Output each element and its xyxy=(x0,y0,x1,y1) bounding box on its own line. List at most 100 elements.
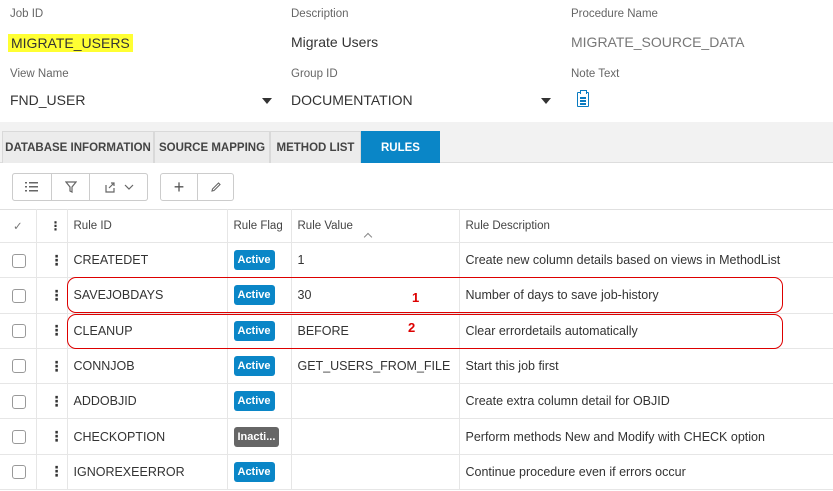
filter-icon[interactable] xyxy=(52,173,90,201)
status-badge: Active xyxy=(233,250,275,271)
select-all-checkmark-icon[interactable]: ✓ xyxy=(0,209,37,243)
tab-source-mapping[interactable]: SOURCE MAPPING xyxy=(154,131,270,163)
job-id-label: Job ID xyxy=(10,8,44,20)
export-icon[interactable] xyxy=(90,173,148,201)
table-row[interactable]: ⋮ ADDOBJID Active Create extra column detai… xyxy=(0,383,833,420)
list-settings-icon[interactable] xyxy=(12,173,52,201)
chevron-down-icon[interactable] xyxy=(124,184,134,190)
job-id-field: Job ID MIGRATE_USERS xyxy=(8,8,133,52)
row-menu-kebab-icon[interactable]: ⋮ xyxy=(50,464,64,478)
row-select-cell xyxy=(0,313,37,349)
row-actions-cell: ⋮ xyxy=(36,313,68,349)
rule-id-cell[interactable]: IGNOREXEERROR xyxy=(67,454,228,491)
row-select-cell xyxy=(0,418,37,455)
row-actions-cell: ⋮ xyxy=(36,454,68,491)
column-header-rule-id[interactable]: Rule ID xyxy=(67,209,228,243)
row-actions-cell: ⋮ xyxy=(36,277,68,314)
row-checkbox[interactable] xyxy=(12,253,26,268)
callout-number-2: 2 xyxy=(408,320,416,335)
note-icon[interactable] xyxy=(577,90,589,107)
group-id-value[interactable]: DOCUMENTATION xyxy=(291,92,413,108)
add-icon[interactable]: + xyxy=(160,173,198,201)
tab-database-information[interactable]: DATABASE INFORMATION xyxy=(2,131,154,163)
rule-value-cell[interactable] xyxy=(291,383,460,420)
rule-description-cell[interactable]: Perform methods New and Modify with CHEC… xyxy=(459,418,833,455)
row-checkbox[interactable] xyxy=(12,324,26,339)
status-badge: Inacti... xyxy=(233,426,280,447)
row-checkbox[interactable] xyxy=(12,359,26,374)
row-checkbox[interactable] xyxy=(12,465,26,480)
tab-method-list[interactable]: METHOD LIST xyxy=(270,131,361,163)
note-text-field: Note Text xyxy=(571,68,619,80)
rule-value-cell[interactable]: 1 xyxy=(291,242,460,279)
row-menu-kebab-icon[interactable]: ⋮ xyxy=(50,253,64,267)
rule-value-cell[interactable] xyxy=(291,418,460,455)
rule-flag-cell: Inacti... xyxy=(227,418,292,455)
tab-bar: DATABASE INFORMATION SOURCE MAPPING METH… xyxy=(0,129,833,163)
rule-id-cell[interactable]: CONNJOB xyxy=(67,348,228,385)
column-header-rule-flag[interactable]: Rule Flag xyxy=(227,209,292,243)
rule-description-cell[interactable]: Continue procedure even if errors occur xyxy=(459,454,833,491)
description-value[interactable]: Migrate Users xyxy=(291,34,378,50)
procedure-name-value: MIGRATE_SOURCE_DATA xyxy=(571,34,745,50)
row-menu-kebab-icon[interactable]: ⋮ xyxy=(50,429,64,443)
view-name-field[interactable]: View Name FND_USER xyxy=(10,68,272,108)
rules-panel: + ✓ ⋮ Rule ID Rule Flag Rule Value Rule … xyxy=(0,163,833,491)
rule-id-cell[interactable]: CREATEDET xyxy=(67,242,228,279)
procedure-name-label: Procedure Name xyxy=(571,8,658,20)
row-select-cell xyxy=(0,454,37,491)
group-id-field[interactable]: Group ID DOCUMENTATION xyxy=(291,68,553,108)
column-options-kebab-icon[interactable]: ⋮ xyxy=(36,209,68,243)
row-checkbox[interactable] xyxy=(12,394,26,409)
rule-value-cell[interactable] xyxy=(291,454,460,491)
view-name-value[interactable]: FND_USER xyxy=(10,92,85,108)
column-header-rule-value[interactable]: Rule Value xyxy=(291,209,460,243)
rule-description-cell[interactable]: Create new column details based on views… xyxy=(459,242,833,279)
description-field: Description Migrate Users xyxy=(291,8,378,50)
sort-ascending-icon[interactable] xyxy=(363,232,372,242)
rule-description-cell[interactable]: Start this job first xyxy=(459,348,833,385)
callout-number-1: 1 xyxy=(412,290,420,305)
description-label: Description xyxy=(291,8,349,20)
table-row[interactable]: ⋮ IGNOREXEERROR Active Continue procedure e… xyxy=(0,454,833,491)
column-header-rule-description[interactable]: Rule Description xyxy=(459,209,833,243)
procedure-name-field: Procedure Name MIGRATE_SOURCE_DATA xyxy=(571,8,744,50)
rule-flag-cell: Active xyxy=(227,348,292,385)
edit-icon[interactable] xyxy=(198,173,234,201)
job-header: Job ID MIGRATE_USERS Description Migrate… xyxy=(0,0,833,122)
row-actions-cell: ⋮ xyxy=(36,348,68,385)
rule-description-cell[interactable]: Create extra column detail for OBJID xyxy=(459,383,833,420)
row-menu-kebab-icon[interactable]: ⋮ xyxy=(50,394,64,408)
chevron-down-icon[interactable] xyxy=(541,98,551,104)
rule-flag-cell: Active xyxy=(227,383,292,420)
row-menu-kebab-icon[interactable]: ⋮ xyxy=(50,288,64,302)
status-badge: Active xyxy=(233,461,275,482)
note-text-label: Note Text xyxy=(571,68,620,80)
row-actions-cell: ⋮ xyxy=(36,418,68,455)
row-menu-kebab-icon[interactable]: ⋮ xyxy=(50,323,64,337)
rules-table: ✓ ⋮ Rule ID Rule Flag Rule Value Rule De… xyxy=(0,209,833,491)
chevron-down-icon[interactable] xyxy=(262,98,272,104)
row-select-cell xyxy=(0,277,37,314)
row-actions-cell: ⋮ xyxy=(36,383,68,420)
callout-box-1 xyxy=(67,277,783,313)
rule-id-cell[interactable]: CHECKOPTION xyxy=(67,418,228,455)
rule-value-cell[interactable]: GET_USERS_FROM_FILE xyxy=(291,348,460,385)
status-badge: Active xyxy=(233,391,275,412)
rule-value-header-label: Rule Value xyxy=(297,220,353,232)
status-badge: Active xyxy=(233,356,275,377)
row-select-cell xyxy=(0,348,37,385)
group-id-label: Group ID xyxy=(291,68,338,80)
rule-flag-cell: Active xyxy=(227,454,292,491)
table-row[interactable]: ⋮ CHECKOPTION Inacti... Perform methods New… xyxy=(0,418,833,455)
row-checkbox[interactable] xyxy=(12,288,26,303)
row-actions-cell: ⋮ xyxy=(36,242,68,279)
rule-id-cell[interactable]: ADDOBJID xyxy=(67,383,228,420)
row-select-cell xyxy=(0,383,37,420)
row-checkbox[interactable] xyxy=(12,429,26,444)
row-menu-kebab-icon[interactable]: ⋮ xyxy=(50,359,64,373)
tab-rules[interactable]: RULES xyxy=(361,131,440,163)
table-row[interactable]: ⋮ CONNJOB Active GET_USERS_FROM_FILE Start t… xyxy=(0,348,833,385)
job-id-value[interactable]: MIGRATE_USERS xyxy=(8,34,133,52)
table-row[interactable]: ⋮ CREATEDET Active 1 Create new column detai… xyxy=(0,242,833,279)
